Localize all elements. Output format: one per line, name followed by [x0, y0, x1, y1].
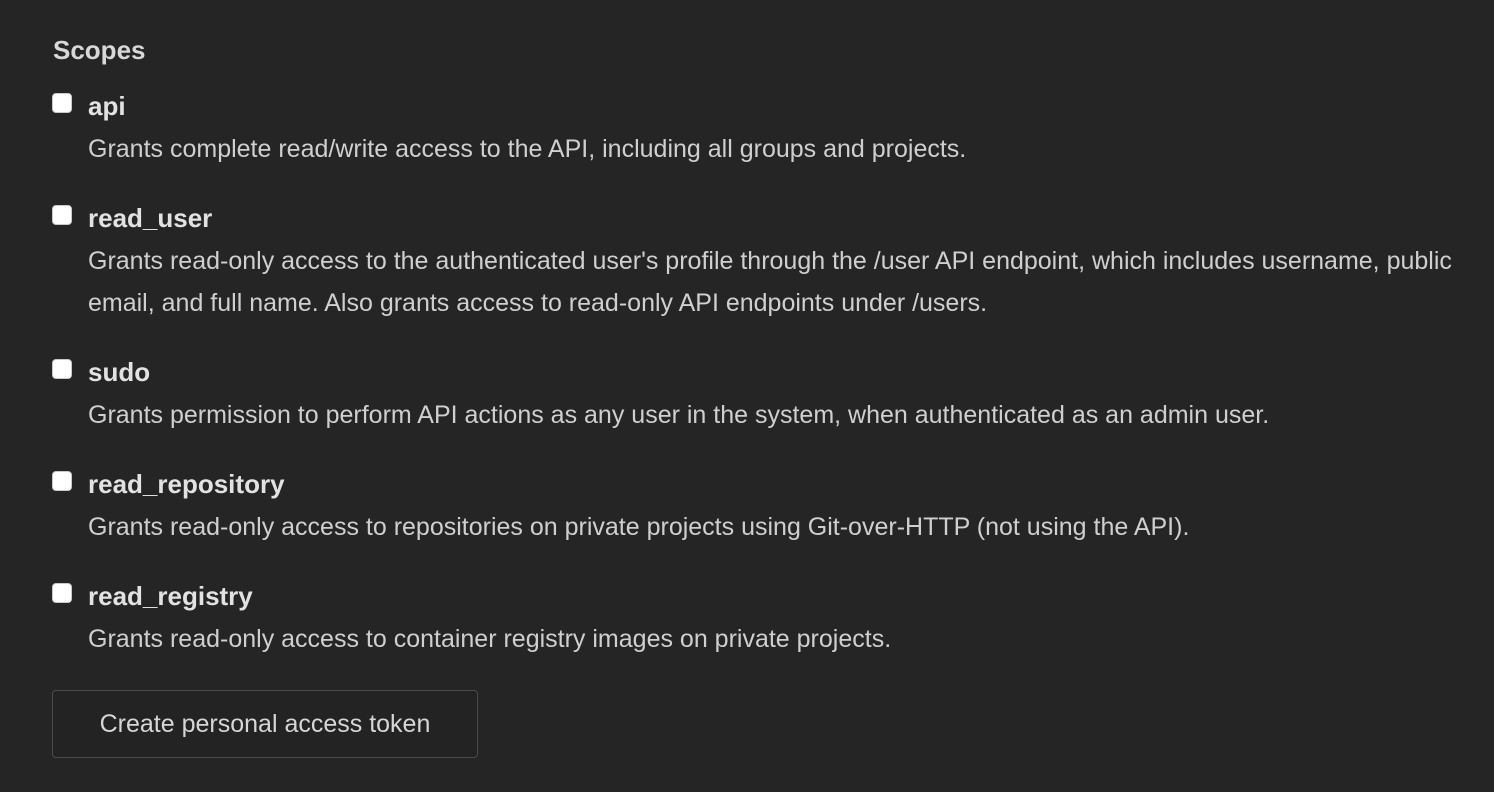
scope-item-sudo: sudo Grants permission to perform API ac…: [52, 354, 1472, 436]
scope-name-read-user[interactable]: read_user: [88, 200, 212, 236]
scope-item-read-registry: read_registry Grants read-only access to…: [52, 578, 1472, 660]
scope-item-api: api Grants complete read/write access to…: [52, 88, 1472, 170]
scope-description-read-repository: Grants read-only access to repositories …: [88, 513, 1190, 541]
scope-name-read-repository[interactable]: read_repository: [88, 466, 285, 502]
scope-item-read-user: read_user Grants read-only access to the…: [52, 200, 1472, 324]
create-personal-access-token-button[interactable]: Create personal access token: [52, 690, 478, 758]
scope-read-user-checkbox[interactable]: [52, 205, 72, 225]
scope-row: api: [52, 88, 1472, 124]
personal-access-token-form: Scopes api Grants complete read/write ac…: [0, 0, 1494, 792]
scope-name-api[interactable]: api: [88, 88, 126, 124]
scope-row: read_user: [52, 200, 1472, 236]
scope-sudo-checkbox[interactable]: [52, 359, 72, 379]
scopes-heading: Scopes: [53, 35, 146, 65]
scope-row: sudo: [52, 354, 1472, 390]
scope-read-registry-checkbox[interactable]: [52, 583, 72, 603]
scope-row: read_repository: [52, 466, 1472, 502]
scope-name-sudo[interactable]: sudo: [88, 354, 150, 390]
scope-api-checkbox[interactable]: [52, 93, 72, 113]
scope-row: read_registry: [52, 578, 1472, 614]
scope-description-api: Grants complete read/write access to the…: [88, 135, 967, 163]
scope-item-read-repository: read_repository Grants read-only access …: [52, 466, 1472, 548]
scope-read-repository-checkbox[interactable]: [52, 471, 72, 491]
scope-name-read-registry[interactable]: read_registry: [88, 578, 253, 614]
scope-description-sudo: Grants permission to perform API actions…: [88, 401, 1270, 429]
scope-description-read-registry: Grants read-only access to container reg…: [88, 625, 892, 653]
scope-description-read-user: Grants read-only access to the authentic…: [88, 247, 1452, 317]
